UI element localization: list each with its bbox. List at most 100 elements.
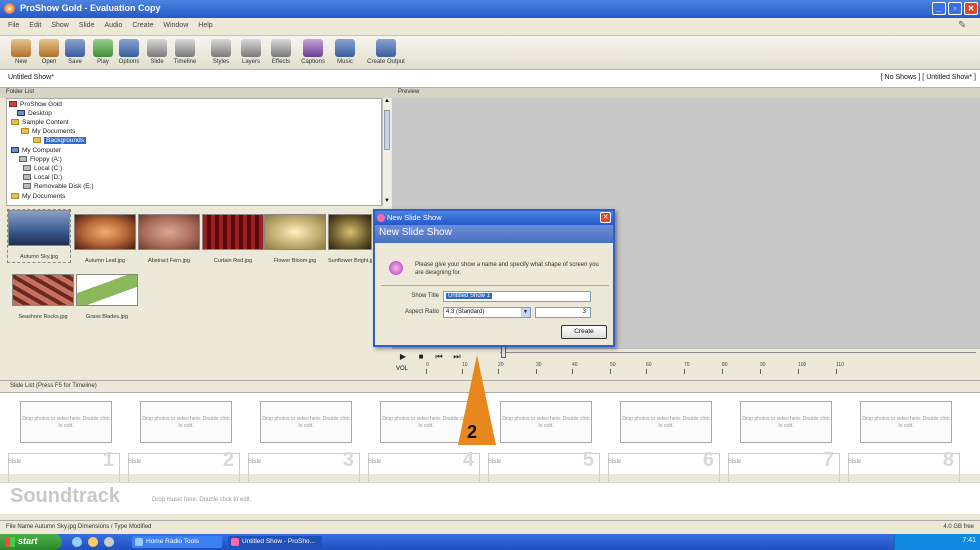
soundtrack-area[interactable]: Soundtrack Drop music here. Double click… — [0, 482, 980, 514]
slide-list: Drop photos or video here. Double click … — [0, 392, 980, 483]
minimize-button[interactable]: _ — [932, 2, 946, 15]
tree-node[interactable]: Desktop — [17, 110, 52, 117]
toolbar-options-button[interactable]: Options — [114, 39, 144, 65]
slide-frame[interactable]: Drop photos or video here. Double click … — [500, 401, 592, 443]
show-tab-list[interactable]: [ No Shows ] [ Untitled Show* ] — [881, 74, 976, 81]
tree-scrollbar[interactable]: ▲ ▼ — [382, 98, 391, 206]
ruler-tick: 110 — [836, 362, 844, 374]
removable-drive-icon — [23, 183, 31, 190]
close-button[interactable]: ✕ — [964, 2, 978, 15]
brush-icon: ✎ — [958, 20, 967, 31]
menu-slide[interactable]: Slide — [79, 22, 95, 35]
slide-item[interactable]: Drop photos or video here. Double click … — [728, 401, 840, 483]
chevron-down-icon[interactable]: ▼ — [521, 308, 530, 317]
toolbar-effects-button[interactable]: Effects — [266, 39, 296, 65]
thumbnail[interactable]: Flower Bloom.jpg — [264, 214, 326, 266]
show-title-input[interactable]: Untitled Show 1 — [443, 291, 591, 302]
tree-node[interactable]: My Computer — [11, 147, 61, 154]
toolbar-create-output-button[interactable]: Create Output — [364, 39, 408, 65]
dialog-close-button[interactable]: ✕ — [600, 212, 611, 223]
slide-frame[interactable]: Drop photos or video here. Double click … — [20, 401, 112, 443]
slide-frame[interactable]: Drop photos or video here. Double click … — [860, 401, 952, 443]
tree-node[interactable]: Removable Disk (E:) — [23, 183, 94, 190]
menu-edit[interactable]: Edit — [29, 22, 41, 35]
thumbnail[interactable]: Curtain Red.jpg — [202, 214, 264, 266]
slide-item[interactable]: Drop photos or video here. Double click … — [8, 401, 120, 483]
app-icon — [377, 214, 385, 222]
slide-frame[interactable]: Drop photos or video here. Double click … — [620, 401, 712, 443]
title-bar: ProShow Gold - Evaluation Copy _ ▫ ✕ — [0, 0, 980, 18]
menu-audio[interactable]: Audio — [104, 22, 122, 35]
menu-file[interactable]: File — [8, 22, 19, 35]
toolbar-styles-button[interactable]: Styles — [206, 39, 236, 65]
create-output-icon — [376, 39, 396, 57]
slide-item[interactable]: Drop photos or video here. Double click … — [368, 401, 480, 483]
scroll-thumb[interactable] — [384, 110, 390, 150]
menu-help[interactable]: Help — [198, 22, 212, 35]
tree-node[interactable]: Local (D:) — [23, 174, 62, 181]
menu-create[interactable]: Create — [132, 22, 153, 35]
timeline-slider[interactable] — [500, 352, 976, 353]
slide-frame[interactable]: Drop photos or video here. Double click … — [260, 401, 352, 443]
tree-node[interactable]: Local (C:) — [23, 165, 62, 172]
folder-icon — [11, 193, 19, 200]
skip-back-icon[interactable]: ⏮ — [434, 352, 444, 362]
thumbnail[interactable]: Autumn Sky.jpg — [7, 209, 71, 263]
slide-frame[interactable]: Drop photos or video here. Double click … — [380, 401, 472, 443]
folder-icon — [11, 119, 19, 126]
tree-node[interactable]: Sample Content — [11, 119, 69, 126]
toolbar-save-button[interactable]: Save — [60, 39, 90, 65]
ruler-tick: 80 — [722, 362, 728, 374]
thumbnail[interactable]: Autumn Leaf.jpg — [74, 214, 136, 266]
create-button[interactable]: Create — [561, 325, 607, 339]
quick-launch-icon[interactable] — [88, 537, 98, 547]
scroll-down-icon[interactable]: ▼ — [383, 198, 391, 206]
new-icon — [11, 39, 31, 57]
menu-window[interactable]: Window — [163, 22, 188, 35]
toolbar-slide-button[interactable]: Slide — [142, 39, 172, 65]
folder-tree[interactable]: ProShow Gold Desktop Sample Content My D… — [6, 98, 382, 206]
scroll-up-icon[interactable]: ▲ — [383, 98, 391, 106]
slide-item[interactable]: Drop photos or video here. Double click … — [248, 401, 360, 483]
tree-node[interactable]: ProShow Gold — [9, 101, 62, 108]
slide-item[interactable]: Drop photos or video here. Double click … — [488, 401, 600, 483]
toolbar-music-button[interactable]: Music — [330, 39, 360, 65]
slide-label: Slide — [8, 459, 22, 465]
toolbar-timeline-button[interactable]: Timeline — [170, 39, 200, 65]
slide-item[interactable]: Drop photos or video here. Double click … — [608, 401, 720, 483]
aspect-ratio-select[interactable]: 4:3 (Standard) ▼ — [443, 307, 531, 318]
quick-launch-icon[interactable] — [104, 537, 114, 547]
system-tray: 7:41 — [894, 534, 980, 550]
slide-item[interactable]: Drop photos or video here. Double click … — [128, 401, 240, 483]
thumbnail-caption: Grass Blades.jpg — [86, 314, 128, 320]
skip-forward-icon[interactable]: ⏭ — [452, 352, 462, 362]
dialog-message: Please give your show a name and specify… — [415, 262, 599, 276]
tree-node-selected[interactable]: Backgrounds — [33, 137, 86, 144]
aspect-spinner[interactable]: 3 — [535, 307, 591, 318]
tree-node[interactable]: My Documents — [21, 128, 75, 135]
stop-icon[interactable]: ■ — [416, 352, 426, 362]
taskbar-item[interactable]: Home Radio Tools — [132, 536, 222, 548]
tree-node[interactable]: My Documents — [11, 193, 65, 200]
toolbar-captions-button[interactable]: Captions — [298, 39, 328, 65]
thumbnail[interactable]: Grass Blades.jpg — [76, 274, 138, 326]
taskbar-item-active[interactable]: Untitled Show - ProSho... — [228, 536, 322, 548]
thumbnail-caption: Abstract Fern.jpg — [148, 258, 190, 264]
toolbar-new-button[interactable]: New — [6, 39, 36, 65]
slide-frame[interactable]: Drop photos or video here. Double click … — [140, 401, 232, 443]
slide-frame[interactable]: Drop photos or video here. Double click … — [740, 401, 832, 443]
thumbnail[interactable]: Abstract Fern.jpg — [138, 214, 200, 266]
timeline-slider-handle[interactable] — [501, 346, 506, 358]
toolbar-layers-button[interactable]: Layers — [236, 39, 266, 65]
maximize-button[interactable]: ▫ — [948, 2, 962, 15]
show-tab-current[interactable]: Untitled Show* — [8, 74, 54, 81]
play-icon[interactable]: ▶ — [398, 352, 408, 362]
menu-show[interactable]: Show — [51, 22, 69, 35]
quick-launch-icon[interactable] — [72, 537, 82, 547]
tree-node[interactable]: Floppy (A:) — [19, 156, 62, 163]
thumbnail[interactable]: Sunflower Bright.jpg — [328, 214, 372, 266]
thumbnail-image — [138, 214, 200, 250]
start-button[interactable]: start — [0, 534, 62, 550]
slide-item[interactable]: Drop photos or video here. Double click … — [848, 401, 960, 483]
thumbnail[interactable]: Seashore Rocks.jpg — [12, 274, 74, 326]
